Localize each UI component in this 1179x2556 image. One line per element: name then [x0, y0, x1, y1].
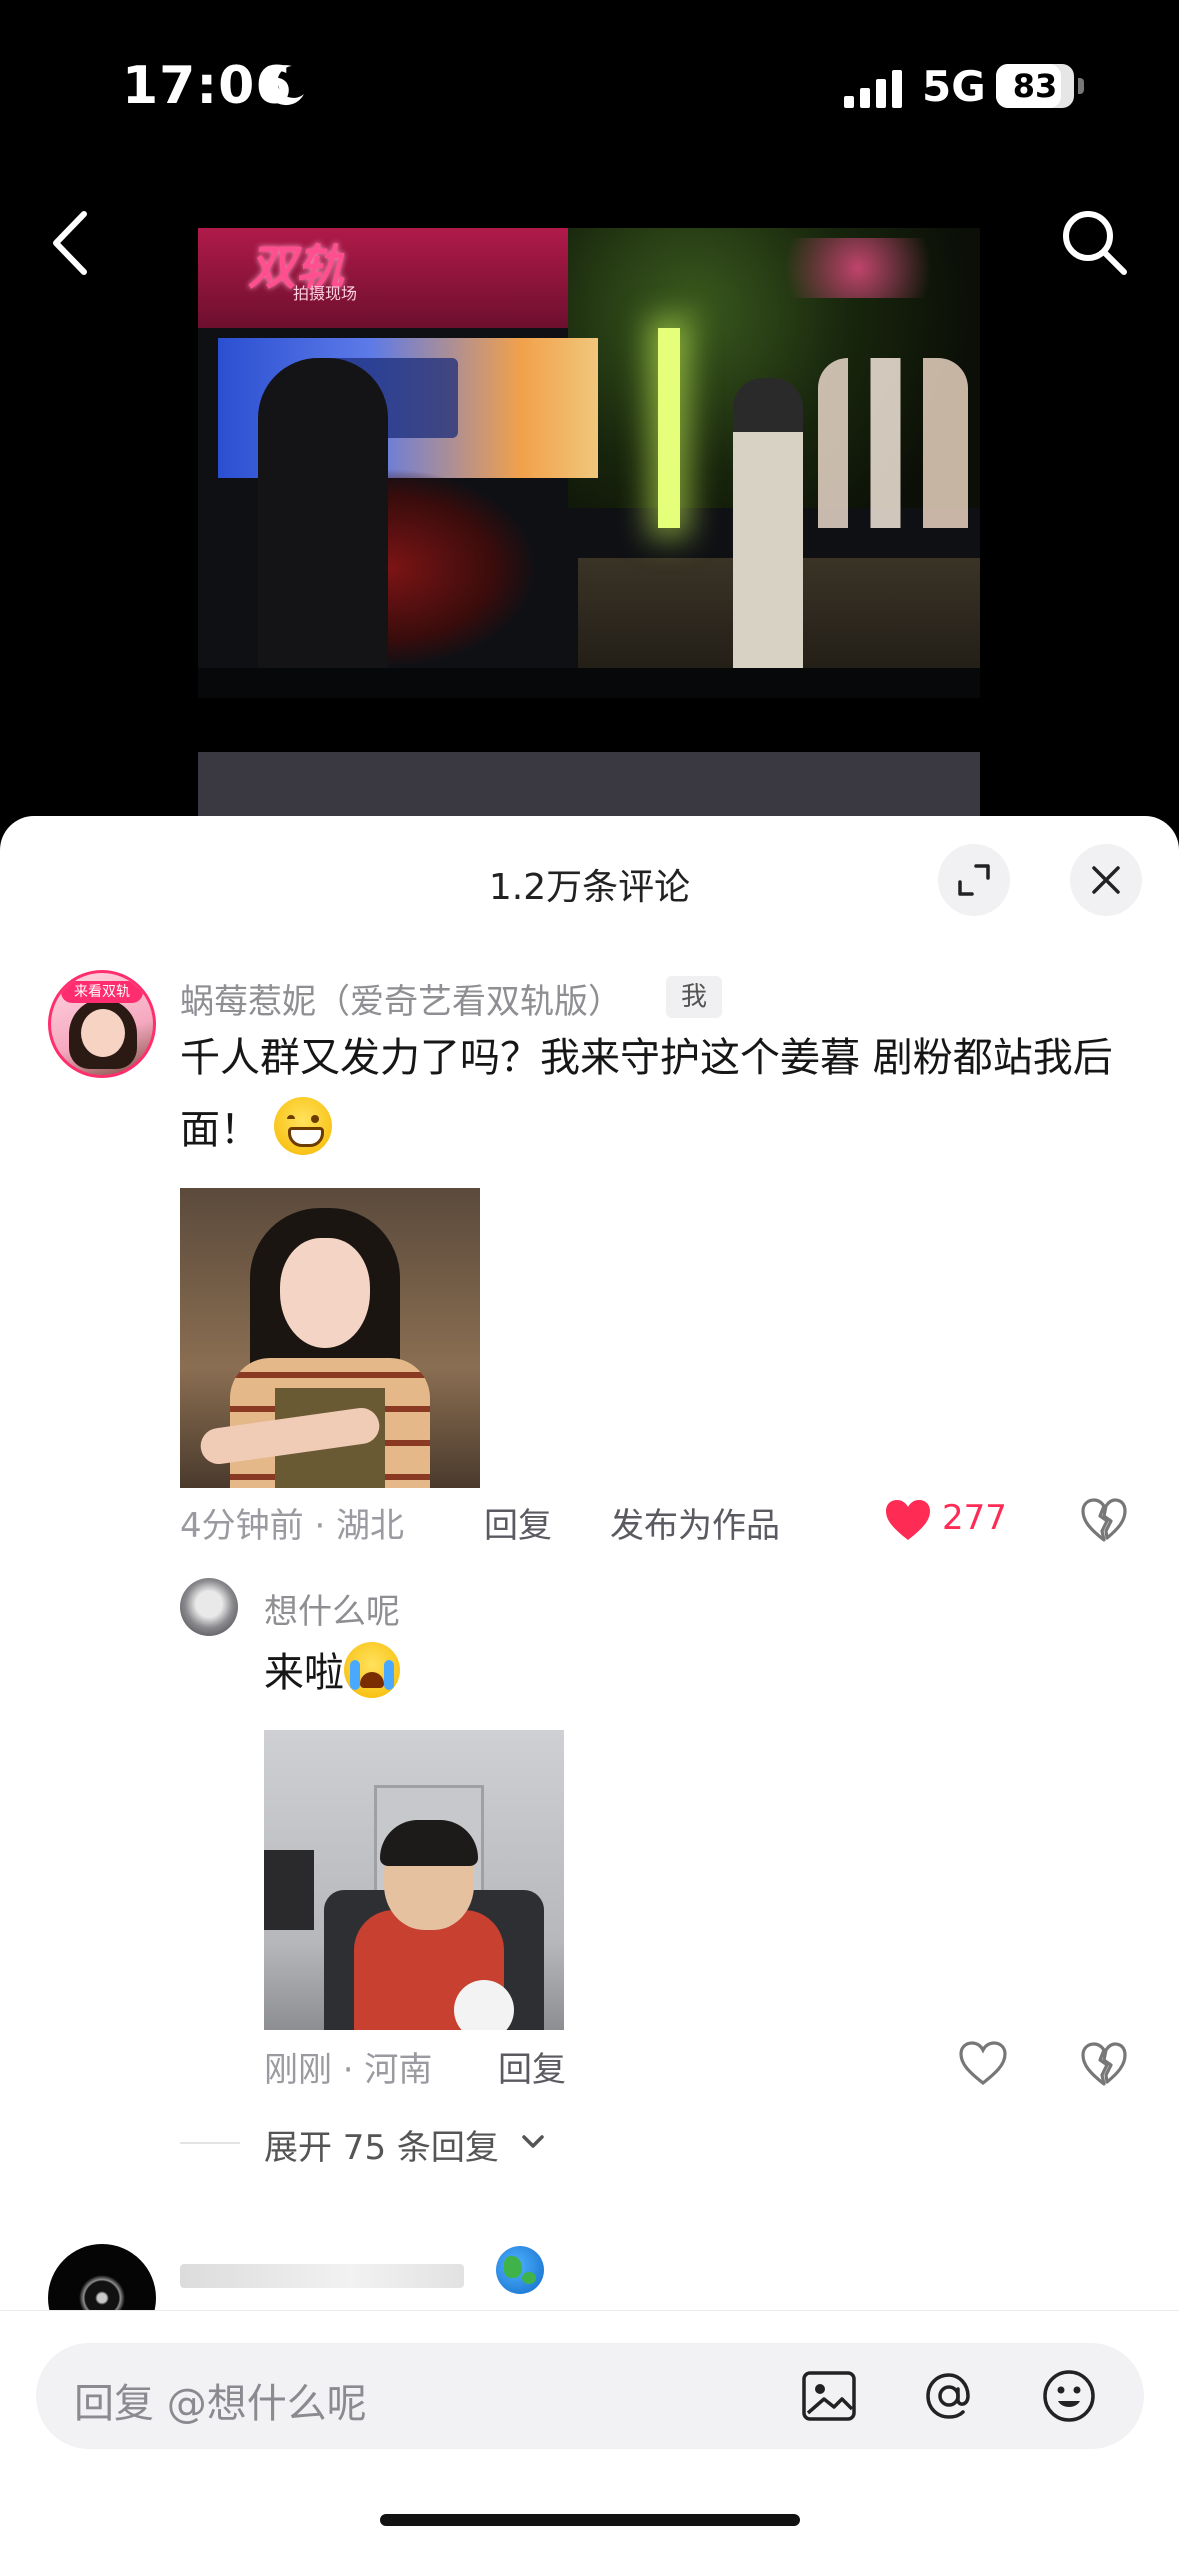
video-bottom-strip	[198, 752, 980, 818]
heart-outline-icon[interactable]	[958, 2040, 1008, 2086]
expand-replies-button[interactable]: 展开 75 条回复	[264, 2120, 499, 2169]
broken-heart-icon[interactable]	[1080, 2040, 1128, 2088]
video-preview[interactable]: 双轨 拍摄现场	[198, 228, 980, 698]
chevron-down-icon[interactable]	[520, 2132, 546, 2152]
reply-text[interactable]: 来啦	[264, 1642, 1179, 1703]
publish-as-work-button[interactable]: 发布为作品	[610, 1498, 780, 1547]
avatar-face	[81, 1009, 125, 1057]
crying-emoji	[344, 1642, 400, 1698]
network-type: 5G	[922, 62, 986, 111]
divider	[180, 2142, 240, 2144]
at-icon[interactable]	[918, 2365, 980, 2427]
image-icon[interactable]	[798, 2365, 860, 2427]
video-people	[818, 358, 968, 528]
close-button[interactable]	[1070, 844, 1142, 916]
avatar[interactable]	[180, 1578, 238, 1636]
chevron-left-icon[interactable]	[44, 208, 96, 278]
battery-percent: 83	[1012, 67, 1058, 105]
show-logo-subtitle: 拍摄现场	[293, 284, 358, 303]
reply-image[interactable]	[264, 1730, 564, 2030]
video-person	[258, 358, 388, 698]
smiley-icon[interactable]	[1038, 2365, 1100, 2427]
comment-text[interactable]: 千人群又发力了吗？我来守护这个姜暮 剧粉都站我后面！	[180, 1022, 1140, 1166]
grin-emoji	[274, 1097, 332, 1155]
moon-icon	[266, 65, 304, 106]
battery-indicator: 83	[996, 64, 1074, 108]
reply-username[interactable]: 想什么呢	[264, 1584, 400, 1633]
video-person	[733, 378, 803, 678]
globe-emoji	[496, 2246, 544, 2294]
avatar-badge: 来看双轨	[61, 981, 143, 1003]
image-face	[280, 1238, 370, 1348]
reply-input[interactable]: 回复 @想什么呢	[36, 2343, 1144, 2449]
avatar[interactable]: 来看双轨	[48, 970, 156, 1078]
comment-time-location: 4分钟前 · 湖北	[180, 1506, 405, 1546]
blurred-username	[180, 2264, 464, 2288]
me-tag: 我	[666, 976, 722, 1018]
search-icon[interactable]	[1058, 206, 1130, 278]
reply-button[interactable]: 回复	[484, 1498, 552, 1547]
like-count: 277	[942, 1498, 1007, 1538]
comment-sheet: 1.2万条评论 来看双轨 蜗莓惹妮（爱奇艺看双轨版） 我 千人群又发力了吗？我来…	[0, 816, 1179, 2556]
video-light	[658, 328, 680, 528]
home-indicator[interactable]	[380, 2514, 800, 2526]
reply-time-location: 刚刚 · 河南	[264, 2050, 433, 2090]
comment-image[interactable]	[180, 1188, 480, 1488]
expand-button[interactable]	[938, 844, 1010, 916]
video-ground	[198, 668, 980, 698]
close-icon	[1092, 866, 1120, 894]
reply-input-placeholder: 回复 @想什么呢	[74, 2381, 367, 2427]
image-camera	[264, 1850, 314, 1930]
reply-button[interactable]: 回复	[498, 2042, 566, 2091]
comment-username[interactable]: 蜗莓惹妮（爱奇艺看双轨版）	[180, 974, 622, 1023]
video-flowers	[758, 238, 958, 298]
battery-nub	[1078, 78, 1084, 94]
broken-heart-icon[interactable]	[1080, 1496, 1128, 1544]
expand-icon	[958, 864, 990, 896]
status-bar: 17:06 5G 83	[0, 0, 1179, 170]
reply-body: 来啦	[264, 1650, 344, 1696]
heart-filled-icon[interactable]	[884, 1498, 932, 1542]
signal-icon	[844, 70, 902, 108]
